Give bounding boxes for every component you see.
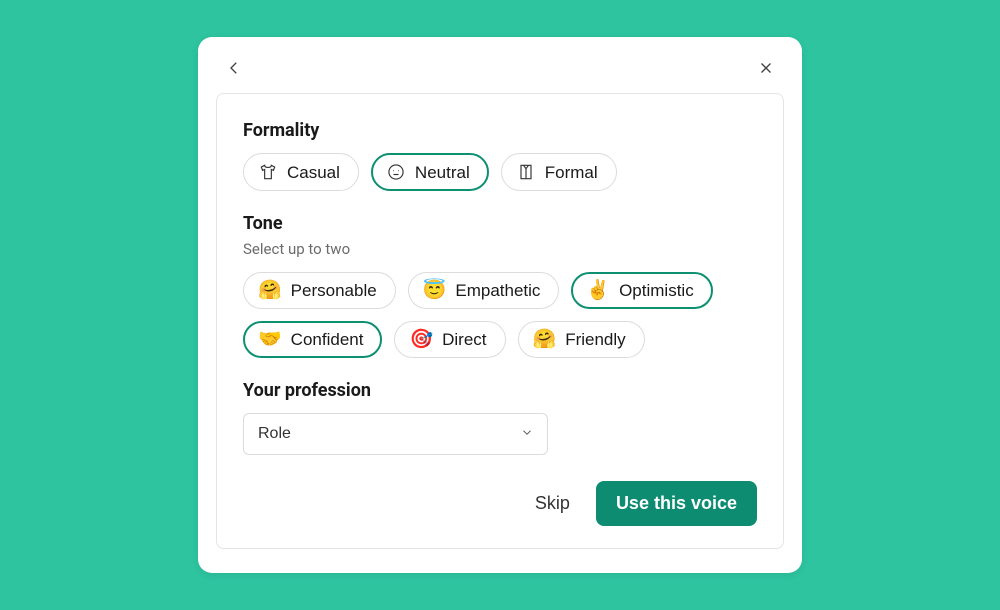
tone-title: Tone bbox=[243, 213, 757, 234]
pill-label: Empathetic bbox=[455, 282, 540, 299]
tone-options: 🤗 Personable 😇 Empathetic ✌️ Optimistic … bbox=[243, 272, 757, 358]
pill-label: Casual bbox=[287, 164, 340, 181]
card-header bbox=[216, 55, 784, 83]
victory-hand-icon: ✌️ bbox=[586, 281, 610, 300]
formality-option-formal[interactable]: Formal bbox=[501, 153, 617, 191]
formality-option-casual[interactable]: Casual bbox=[243, 153, 359, 191]
halo-face-icon: 😇 bbox=[423, 281, 447, 300]
formality-section: Formality Casual Neutral bbox=[243, 120, 757, 191]
close-button[interactable] bbox=[752, 55, 780, 83]
chevron-left-icon bbox=[225, 59, 243, 80]
formality-option-neutral[interactable]: Neutral bbox=[371, 153, 489, 191]
profession-select[interactable]: Role bbox=[243, 413, 548, 455]
tone-section: Tone Select up to two 🤗 Personable 😇 Emp… bbox=[243, 213, 757, 358]
target-icon: 🎯 bbox=[409, 330, 433, 349]
use-this-voice-button[interactable]: Use this voice bbox=[596, 481, 757, 526]
handshake-icon: 🤝 bbox=[258, 330, 282, 349]
pill-label: Formal bbox=[545, 164, 598, 181]
profession-section: Your profession Role bbox=[243, 380, 757, 455]
tone-option-confident[interactable]: 🤝 Confident bbox=[243, 321, 382, 358]
formal-shirt-icon bbox=[516, 162, 536, 182]
skip-button[interactable]: Skip bbox=[527, 487, 578, 520]
profession-title: Your profession bbox=[243, 380, 757, 401]
tone-option-direct[interactable]: 🎯 Direct bbox=[394, 321, 505, 358]
pill-label: Optimistic bbox=[619, 282, 694, 299]
tone-subtitle: Select up to two bbox=[243, 240, 757, 258]
tshirt-icon bbox=[258, 162, 278, 182]
pill-label: Neutral bbox=[415, 164, 470, 181]
formality-title: Formality bbox=[243, 120, 757, 141]
pill-label: Personable bbox=[291, 282, 377, 299]
hugging-face-icon: 🤗 bbox=[533, 330, 557, 349]
formality-options: Casual Neutral Formal bbox=[243, 153, 757, 191]
tone-option-friendly[interactable]: 🤗 Friendly bbox=[518, 321, 645, 358]
back-button[interactable] bbox=[220, 55, 248, 83]
voice-settings-card: Formality Casual Neutral bbox=[198, 37, 802, 573]
tone-option-empathetic[interactable]: 😇 Empathetic bbox=[408, 272, 560, 309]
settings-panel: Formality Casual Neutral bbox=[216, 93, 784, 549]
pill-label: Friendly bbox=[565, 331, 625, 348]
profession-select-wrap: Role bbox=[243, 413, 548, 455]
neutral-face-icon bbox=[386, 162, 406, 182]
footer-actions: Skip Use this voice bbox=[243, 481, 757, 526]
tone-option-personable[interactable]: 🤗 Personable bbox=[243, 272, 396, 309]
hugging-face-icon: 🤗 bbox=[258, 281, 282, 300]
tone-option-optimistic[interactable]: ✌️ Optimistic bbox=[571, 272, 712, 309]
profession-select-value: Role bbox=[258, 425, 291, 442]
pill-label: Confident bbox=[291, 331, 364, 348]
pill-label: Direct bbox=[442, 331, 486, 348]
close-icon bbox=[757, 59, 775, 80]
